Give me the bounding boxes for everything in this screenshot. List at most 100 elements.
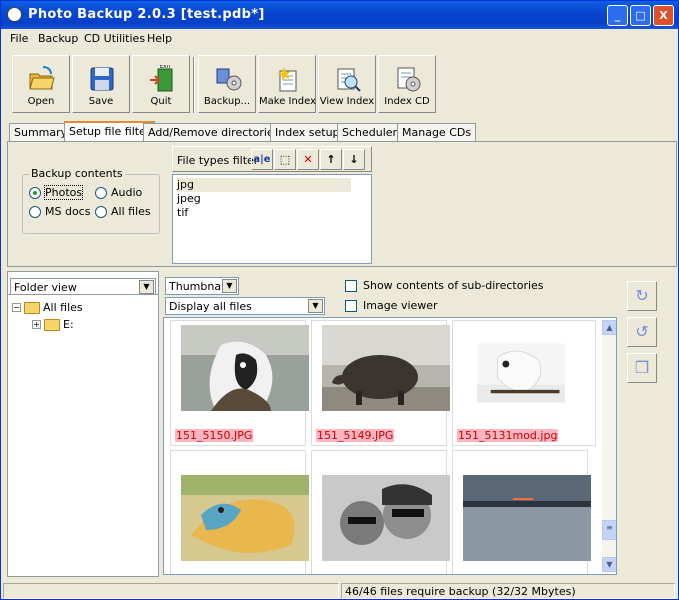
expand-icon[interactable]: + <box>32 320 41 329</box>
delete-type-button[interactable]: ✕ <box>297 149 319 170</box>
thumbnail-item[interactable]: 151_5149.JPG <box>311 320 450 446</box>
thumbnail-item[interactable] <box>170 450 309 574</box>
image-viewer-checkbox[interactable]: Image viewer <box>345 299 438 312</box>
window-title: Photo Backup 2.0.3 [test.pdb*] <box>28 7 265 22</box>
exit-door-icon: EXIT <box>150 65 173 92</box>
svg-text:EXIT: EXIT <box>160 65 172 70</box>
open-button[interactable]: Open <box>12 55 70 113</box>
file-display-value: Display all files <box>169 300 252 313</box>
radio-audio-label: Audio <box>111 186 143 199</box>
maximize-button[interactable]: □ <box>630 5 651 26</box>
radio-photos-indicator[interactable] <box>29 186 41 199</box>
app-icon <box>7 7 22 22</box>
chevron-down-icon[interactable]: ▼ <box>222 279 237 293</box>
tab-manage-cds[interactable]: Manage CDs <box>397 123 477 141</box>
tab-add-remove-directories[interactable]: Add/Remove directories <box>143 123 285 141</box>
tab-strip: Summary Setup file filter Add/Remove dir… <box>1 121 678 142</box>
view-index-icon <box>337 68 361 92</box>
thumbnail-scrollbar[interactable]: ▲ ≡ ▼ <box>602 320 616 572</box>
thumbnail-pane: Thumbnails ▼ Display all files ▼ Show co… <box>163 271 623 577</box>
save-label: Save <box>88 96 114 107</box>
menu-help[interactable]: Help <box>147 32 172 45</box>
radio-ms-docs[interactable]: MS docs <box>29 205 90 218</box>
file-type-item[interactable]: jpg <box>177 178 351 192</box>
radio-ms-docs-indicator[interactable] <box>29 205 41 218</box>
app-window: Photo Backup 2.0.3 [test.pdb*] _ □ X Fil… <box>0 0 679 600</box>
new-type-button[interactable]: ⬚ <box>274 149 296 170</box>
floppy-disk-icon <box>90 67 114 91</box>
thumbnail-caption: 151_5150.JPG <box>175 429 254 442</box>
file-display-select[interactable]: Display all files ▼ <box>165 297 325 315</box>
tab-index-setup[interactable]: Index setup <box>270 123 345 141</box>
thumbnail-item[interactable] <box>452 450 591 574</box>
radio-audio-indicator[interactable] <box>95 186 107 199</box>
radio-audio[interactable]: Audio <box>95 186 142 199</box>
view-index-button[interactable]: View Index <box>318 55 376 113</box>
tree-node-all-files[interactable]: − All files <box>12 301 83 314</box>
radio-all-files[interactable]: All files <box>95 205 151 218</box>
make-index-button[interactable]: Make Index <box>258 55 316 113</box>
folder-icon <box>44 318 60 331</box>
quit-button[interactable]: EXIT Quit <box>132 55 190 113</box>
tab-scheduler[interactable]: Scheduler <box>337 123 403 141</box>
file-types-list[interactable]: jpg jpeg tif <box>172 174 372 264</box>
rotate-ccw-icon[interactable]: ↺ <box>627 317 657 347</box>
menu-backup[interactable]: Backup <box>38 32 78 45</box>
view-mode-select[interactable]: Thumbnails ▼ <box>165 277 239 295</box>
file-type-item[interactable]: tif <box>177 206 188 220</box>
thumbnail-item[interactable]: 151_5150.JPG <box>170 320 309 446</box>
view-index-label: View Index <box>319 96 375 107</box>
backup-button[interactable]: Backup... <box>198 55 256 113</box>
save-button[interactable]: Save <box>72 55 130 113</box>
file-types-label: File types filter <box>177 154 259 167</box>
scroll-down-icon[interactable]: ▼ <box>602 557 616 572</box>
folder-pane: Folder view ▼ − All files + E: <box>7 271 159 577</box>
index-cd-button[interactable]: Index CD <box>378 55 436 113</box>
index-cd-icon <box>397 67 421 92</box>
chevron-down-icon[interactable]: ▼ <box>139 280 154 294</box>
folder-view-value: Folder view <box>14 281 77 294</box>
toolbar: Open Save EXIT Quit Backup... Make Index… <box>1 51 678 117</box>
radio-all-files-label: All files <box>111 205 151 218</box>
copy-icon[interactable]: ❐ <box>627 353 657 383</box>
tree-node-e-drive[interactable]: + E: <box>32 318 74 331</box>
backup-contents-title: Backup contents <box>29 167 125 180</box>
title-bar[interactable]: Photo Backup 2.0.3 [test.pdb*] _ □ X <box>1 1 678 29</box>
kids-photo <box>322 475 450 561</box>
menu-cd-utilities[interactable]: CD Utilities <box>84 32 145 45</box>
thumbnail-item[interactable]: 151_5131mod.jpg <box>452 320 596 446</box>
thumbnail-grid: 151_5150.JPG 151_5149.JPG 151_5131mod.jp… <box>163 317 617 575</box>
quit-label: Quit <box>150 96 172 107</box>
show-subdirs-checkbox[interactable]: Show contents of sub-directories <box>345 279 544 292</box>
scroll-thumb[interactable]: ≡ <box>602 520 616 540</box>
index-cd-label: Index CD <box>384 96 430 107</box>
tab-summary[interactable]: Summary <box>9 123 73 141</box>
rotate-cw-icon[interactable]: ↻ <box>627 281 657 311</box>
radio-photos[interactable]: Photos <box>29 185 84 200</box>
radio-all-files-indicator[interactable] <box>95 205 107 218</box>
backup-icon <box>216 68 242 91</box>
move-up-button[interactable]: ↑ <box>320 149 342 170</box>
lizard-photo <box>181 475 309 561</box>
collapse-icon[interactable]: − <box>12 303 21 312</box>
file-type-item[interactable]: jpeg <box>177 192 201 206</box>
tab-setup-file-filter[interactable]: Setup file filter <box>64 121 156 142</box>
open-folder-icon <box>24 301 40 314</box>
thumbnail-item[interactable] <box>311 450 450 574</box>
thumbnail-tools: ↻ ↺ ❐ <box>625 277 665 417</box>
show-subdirs-label: Show contents of sub-directories <box>363 279 544 292</box>
rename-type-button[interactable]: a|e <box>251 149 273 170</box>
chevron-down-icon[interactable]: ▼ <box>308 299 323 313</box>
show-subdirs-box[interactable] <box>345 279 357 292</box>
scroll-up-icon[interactable]: ▲ <box>602 320 616 335</box>
menu-file[interactable]: File <box>10 32 28 45</box>
move-down-button[interactable]: ↓ <box>343 149 365 170</box>
minimize-button[interactable]: _ <box>607 5 628 26</box>
image-viewer-box[interactable] <box>345 299 357 312</box>
folder-tree: − All files + E: <box>8 294 158 576</box>
close-button[interactable]: X <box>653 5 674 26</box>
radio-photos-label: Photos <box>43 185 84 200</box>
image-viewer-label: Image viewer <box>363 299 438 312</box>
file-types-toolbar: File types filter a|e ⬚ ✕ ↑ ↓ <box>172 146 372 172</box>
tree-node-label: E: <box>63 318 74 331</box>
